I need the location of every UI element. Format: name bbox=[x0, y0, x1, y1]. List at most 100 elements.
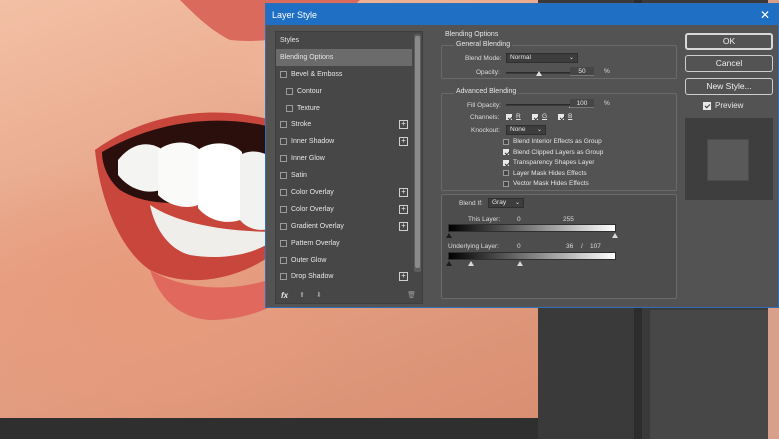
adv-option-checkbox[interactable] bbox=[503, 180, 509, 187]
style-item-drop-shadow[interactable]: Drop Shadow + bbox=[276, 268, 412, 285]
style-item-contour[interactable]: Contour bbox=[276, 83, 412, 100]
styles-scrollbar[interactable] bbox=[414, 34, 421, 272]
channel-checkbox[interactable] bbox=[532, 113, 538, 120]
preview-checkbox[interactable] bbox=[703, 101, 711, 110]
style-item-stroke[interactable]: Stroke + bbox=[276, 116, 412, 133]
add-effect-icon[interactable]: + bbox=[399, 137, 408, 147]
style-checkbox[interactable] bbox=[280, 188, 287, 196]
style-item-pattern-overlay[interactable]: Pattern Overlay bbox=[276, 235, 412, 252]
adv-option-layer-mask-hides-effects[interactable]: Layer Mask Hides Effects bbox=[503, 170, 587, 177]
this-layer-high: 255 bbox=[563, 216, 574, 223]
channel-g[interactable]: G bbox=[532, 113, 547, 120]
style-item-satin[interactable]: Satin bbox=[276, 167, 412, 184]
style-item-blending-options[interactable]: Blending Options bbox=[276, 48, 412, 66]
fill-opacity-input[interactable]: 100 bbox=[570, 99, 594, 108]
adv-option-checkbox[interactable] bbox=[503, 149, 509, 155]
style-item-label: Bevel & Emboss bbox=[291, 70, 343, 78]
underlying-split-b: 107 bbox=[590, 243, 601, 250]
style-item-gradient-overlay[interactable]: Gradient Overlay + bbox=[276, 218, 412, 235]
adv-option-checkbox[interactable] bbox=[503, 159, 509, 166]
adv-option-checkbox[interactable] bbox=[503, 138, 509, 145]
fx-menu-icon[interactable]: fx bbox=[281, 291, 288, 300]
style-checkbox[interactable] bbox=[280, 70, 287, 78]
style-checkbox[interactable] bbox=[286, 104, 293, 112]
style-item-bevel-emboss[interactable]: Bevel & Emboss bbox=[276, 66, 412, 83]
styles-panel: Styles Blending Options Bevel & Emboss Cont… bbox=[275, 31, 423, 304]
style-item-color-overlay[interactable]: Color Overlay + bbox=[276, 184, 412, 201]
blend-if-select[interactable]: Gray ⌄ bbox=[488, 198, 524, 208]
channel-checkbox[interactable] bbox=[558, 113, 564, 120]
blend-mode-select[interactable]: Normal ⌄ bbox=[506, 53, 578, 63]
opacity-slider-thumb[interactable] bbox=[536, 71, 542, 76]
add-effect-icon[interactable]: + bbox=[399, 272, 408, 282]
underlying-separator: / bbox=[581, 243, 583, 250]
channel-b[interactable]: B bbox=[558, 113, 572, 120]
style-checkbox[interactable] bbox=[280, 239, 287, 247]
style-checkbox[interactable] bbox=[280, 222, 287, 230]
style-checkbox[interactable] bbox=[280, 138, 287, 146]
general-blending-title: General Blending bbox=[454, 41, 513, 48]
style-item-inner-shadow[interactable]: Inner Shadow + bbox=[276, 133, 412, 150]
add-effect-icon[interactable]: + bbox=[399, 204, 408, 214]
adv-option-label: Layer Mask Hides Effects bbox=[513, 169, 587, 177]
style-item-color-overlay[interactable]: Color Overlay + bbox=[276, 201, 412, 218]
style-item-label: Texture bbox=[297, 104, 320, 112]
style-checkbox[interactable] bbox=[280, 256, 287, 264]
style-checkbox[interactable] bbox=[280, 205, 287, 213]
adv-option-blend-interior-effects-as-group[interactable]: Blend Interior Effects as Group bbox=[503, 138, 602, 145]
this-layer-label: This Layer: bbox=[468, 216, 501, 223]
style-item-label: Pattern Overlay bbox=[291, 239, 340, 247]
style-checkbox[interactable] bbox=[280, 121, 287, 129]
move-down-icon[interactable]: ⬇ bbox=[316, 291, 322, 299]
add-effect-icon[interactable]: + bbox=[399, 120, 408, 130]
channels-label: Channels: bbox=[470, 114, 500, 121]
close-icon[interactable]: ✕ bbox=[760, 8, 770, 22]
this-layer-white-slider[interactable] bbox=[612, 233, 618, 238]
dialog-titlebar[interactable]: Layer Style ✕ bbox=[266, 4, 778, 25]
adv-option-vector-mask-hides-effects[interactable]: Vector Mask Hides Effects bbox=[503, 180, 589, 187]
style-item-label: Blending Options bbox=[280, 53, 334, 61]
this-layer-black-slider[interactable] bbox=[446, 233, 452, 238]
underlying-white-slider-left-half[interactable] bbox=[468, 261, 474, 266]
style-checkbox[interactable] bbox=[280, 172, 287, 180]
layer-style-dialog: Layer Style ✕ Styles Blending Options Beve… bbox=[265, 3, 779, 308]
style-checkbox[interactable] bbox=[286, 87, 293, 95]
adv-option-blend-clipped-layers-as-group[interactable]: Blend Clipped Layers as Group bbox=[503, 149, 603, 156]
style-item-label: Inner Shadow bbox=[291, 138, 335, 146]
knockout-select[interactable]: None ⌄ bbox=[506, 125, 546, 135]
style-checkbox[interactable] bbox=[280, 155, 287, 163]
fill-opacity-unit: % bbox=[604, 100, 610, 107]
cancel-button[interactable]: Cancel bbox=[685, 55, 773, 72]
add-effect-icon[interactable]: + bbox=[399, 187, 408, 197]
channel-label: R bbox=[516, 113, 521, 120]
fill-opacity-slider[interactable] bbox=[506, 104, 572, 106]
style-item-label: Styles bbox=[280, 36, 300, 44]
new-style-button[interactable]: New Style... bbox=[685, 78, 773, 95]
style-item-label: Satin bbox=[291, 172, 307, 180]
this-layer-gradient bbox=[448, 224, 616, 232]
move-up-icon[interactable]: ⬆ bbox=[299, 291, 305, 299]
style-item-inner-glow[interactable]: Inner Glow bbox=[276, 150, 412, 167]
adv-option-transparency-shapes-layer[interactable]: Transparency Shapes Layer bbox=[503, 159, 594, 166]
underlying-white-slider-right-half[interactable] bbox=[517, 261, 523, 266]
adv-option-label: Blend Clipped Layers as Group bbox=[513, 148, 604, 156]
adv-option-checkbox[interactable] bbox=[503, 170, 509, 176]
style-checkbox[interactable] bbox=[280, 273, 287, 281]
fill-opacity-label: Fill Opacity: bbox=[467, 102, 501, 109]
opacity-input[interactable]: 50 bbox=[570, 67, 594, 76]
adv-option-label: Transparency Shapes Layer bbox=[513, 159, 595, 166]
style-item-label: Contour bbox=[297, 87, 322, 95]
adv-option-label: Blend Interior Effects as Group bbox=[513, 138, 602, 145]
trash-icon[interactable]: 🗑 bbox=[407, 291, 416, 299]
style-item-label: Gradient Overlay bbox=[291, 222, 344, 230]
preview-checkbox-row[interactable]: Preview bbox=[703, 101, 743, 110]
channel-r[interactable]: R bbox=[506, 113, 521, 120]
style-item-texture[interactable]: Texture bbox=[276, 100, 412, 117]
underlying-black-slider[interactable] bbox=[446, 261, 452, 266]
style-item-label: Drop Shadow bbox=[291, 273, 334, 281]
channel-checkbox[interactable] bbox=[506, 113, 512, 120]
add-effect-icon[interactable]: + bbox=[399, 221, 408, 231]
ok-button[interactable]: OK bbox=[685, 33, 773, 50]
style-item-outer-glow[interactable]: Outer Glow bbox=[276, 252, 412, 269]
style-item-label: Outer Glow bbox=[291, 256, 327, 264]
